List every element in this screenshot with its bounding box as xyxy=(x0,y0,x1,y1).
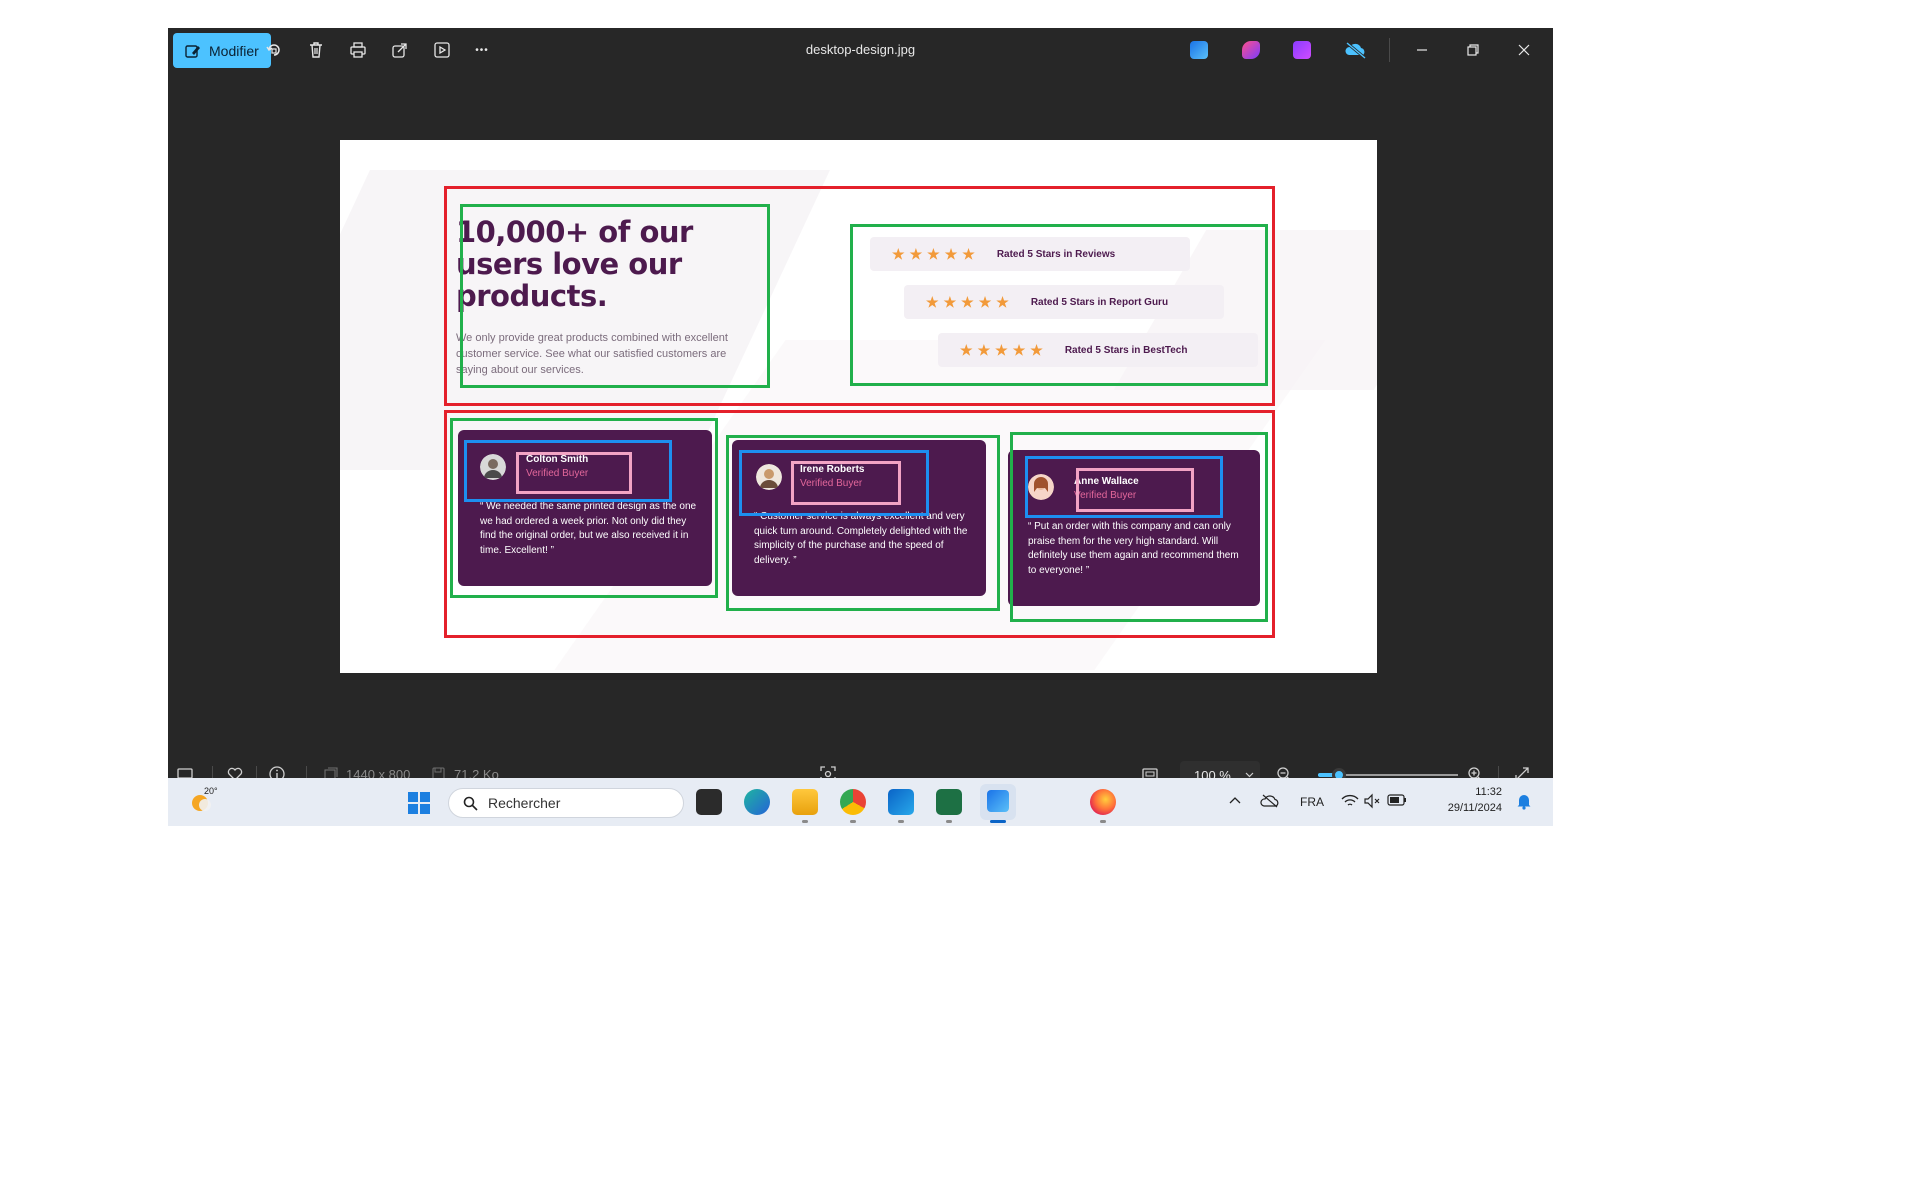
weather-temperature: 20° xyxy=(204,786,218,796)
annotation-name-box xyxy=(791,461,901,505)
photos-app-icon[interactable] xyxy=(1190,41,1208,59)
language-indicator[interactable]: FRA xyxy=(1300,795,1324,809)
weather-widget[interactable]: 20° xyxy=(190,786,218,814)
running-indicator xyxy=(898,820,904,823)
search-icon xyxy=(463,796,478,811)
file-explorer-icon[interactable] xyxy=(792,789,818,815)
chevron-up-icon[interactable] xyxy=(1229,796,1241,804)
taskbar: 20° Rechercher FRA 11:32 29/11/2024 xyxy=(168,778,1553,826)
start-icon[interactable] xyxy=(407,791,431,815)
photos-taskbar-button[interactable] xyxy=(980,784,1016,820)
designer-app-icon[interactable] xyxy=(1242,41,1260,59)
annotation-heading-box xyxy=(460,204,770,388)
clock-time[interactable]: 11:32 xyxy=(1440,786,1502,798)
photos-app-icon xyxy=(987,790,1009,812)
running-indicator xyxy=(946,820,952,823)
active-indicator xyxy=(990,820,1006,823)
edge-icon[interactable] xyxy=(744,789,770,815)
outlook-icon[interactable] xyxy=(888,789,914,815)
search-placeholder: Rechercher xyxy=(488,795,561,811)
running-indicator xyxy=(1100,820,1106,823)
title-separator xyxy=(1389,38,1390,62)
running-indicator xyxy=(802,820,808,823)
wifi-icon[interactable] xyxy=(1341,793,1359,809)
clock-date[interactable]: 29/11/2024 xyxy=(1430,802,1502,814)
photos-window: Modifier ••• desktop-design.jpg 10,000+ … xyxy=(168,28,1553,797)
taskbar-search[interactable]: Rechercher xyxy=(448,788,684,818)
firefox-icon[interactable] xyxy=(1090,789,1116,815)
volume-muted-icon[interactable] xyxy=(1363,793,1381,809)
running-indicator xyxy=(850,820,856,823)
onedrive-icon[interactable] xyxy=(1260,793,1280,809)
chrome-icon[interactable] xyxy=(840,789,866,815)
restore-icon[interactable] xyxy=(1458,38,1488,62)
annotation-name-box xyxy=(516,452,632,494)
title-bar: Modifier ••• desktop-design.jpg xyxy=(168,28,1553,72)
minimize-icon[interactable] xyxy=(1407,38,1437,62)
notification-bell-icon[interactable] xyxy=(1516,793,1532,810)
excel-icon[interactable] xyxy=(936,789,962,815)
battery-icon[interactable] xyxy=(1387,794,1407,806)
task-view-icon[interactable] xyxy=(696,789,722,815)
onedrive-off-icon[interactable] xyxy=(1344,41,1368,60)
annotation-ratings-box xyxy=(850,224,1268,386)
image-canvas: 10,000+ of our users love our products. … xyxy=(340,140,1377,673)
clipchamp-app-icon[interactable] xyxy=(1293,41,1311,59)
annotation-name-box xyxy=(1076,468,1194,512)
close-icon[interactable] xyxy=(1509,38,1539,62)
